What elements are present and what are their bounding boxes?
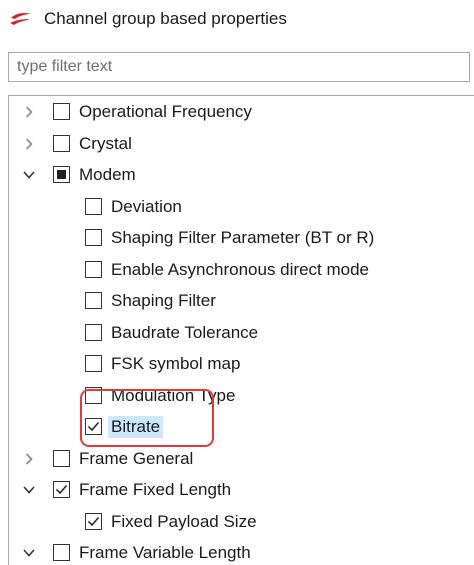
chevron-right-icon[interactable] [21,444,37,474]
tree-row[interactable]: Deviation [9,192,469,222]
tree-row[interactable]: Shaping Filter [9,286,469,316]
checkbox[interactable] [85,355,102,372]
tree-item-label: Crystal [79,133,132,153]
checkbox-partial[interactable] [53,166,70,183]
tree-row[interactable]: Frame Fixed Length [9,475,469,505]
header: Channel group based properties [8,6,287,32]
tree-item-label: Enable Asynchronous direct mode [111,259,369,279]
checkbox[interactable] [53,134,70,152]
tree-row[interactable]: Frame General [9,444,469,474]
property-tree: Operational Frequency Crystal Modem Deviati… [8,95,474,565]
checkbox[interactable] [85,292,102,309]
checkbox[interactable] [53,544,70,561]
chevron-down-icon[interactable] [21,160,37,190]
chevron-right-icon[interactable] [21,97,37,127]
tree-item-label: Operational Frequency [79,102,252,121]
tree-item-label: Deviation [111,196,182,216]
tree-row[interactable]: Crystal [9,129,469,159]
tree-item-label: Modem [79,165,136,184]
checkbox[interactable] [85,260,102,278]
tree-row[interactable]: Modem [9,160,469,190]
tree-item-label: FSK symbol map [111,354,241,373]
filter-input[interactable] [8,52,470,82]
chevron-down-icon[interactable] [21,538,37,565]
checkbox[interactable] [85,197,102,215]
tree-row[interactable]: Operational Frequency [9,97,469,127]
tree-item-label: Shaping Filter [111,291,216,310]
tree-row[interactable]: FSK symbol map [9,349,469,379]
chevron-down-icon[interactable] [21,475,37,505]
tree-row[interactable]: Fixed Payload Size [9,507,469,537]
partial-check-icon [57,170,66,179]
tree-row[interactable]: Baudrate Tolerance [9,318,469,348]
tree-item-label: Frame General [79,448,194,468]
highlight-annotation [80,389,214,447]
tree-row[interactable]: Modulation Type [9,381,469,411]
checkbox-checked[interactable] [85,512,102,530]
tree-item-label: Frame Fixed Length [79,480,232,499]
tree-item-label: Shaping Filter Parameter (BT or R) [111,228,375,247]
tree-row[interactable]: Frame Variable Length [9,538,469,565]
checkbox[interactable] [53,103,70,120]
checkbox[interactable] [53,449,70,467]
checkbox[interactable] [85,323,102,341]
tree-item-label: Frame Variable Length [79,543,251,562]
tree-row[interactable]: Enable Asynchronous direct mode [9,255,469,285]
tree-item-label: Fixed Payload Size [111,511,257,531]
view-title: Channel group based properties [44,9,287,28]
tree-row[interactable]: Shaping Filter Parameter (BT or R) [9,223,469,253]
tree-row[interactable]: Bitrate [9,412,469,442]
silabs-logo-icon [10,13,31,25]
checkbox-checked[interactable] [53,481,70,498]
tree-item-label: Baudrate Tolerance [111,322,259,342]
chevron-right-icon[interactable] [21,129,37,159]
checkbox[interactable] [85,229,102,246]
